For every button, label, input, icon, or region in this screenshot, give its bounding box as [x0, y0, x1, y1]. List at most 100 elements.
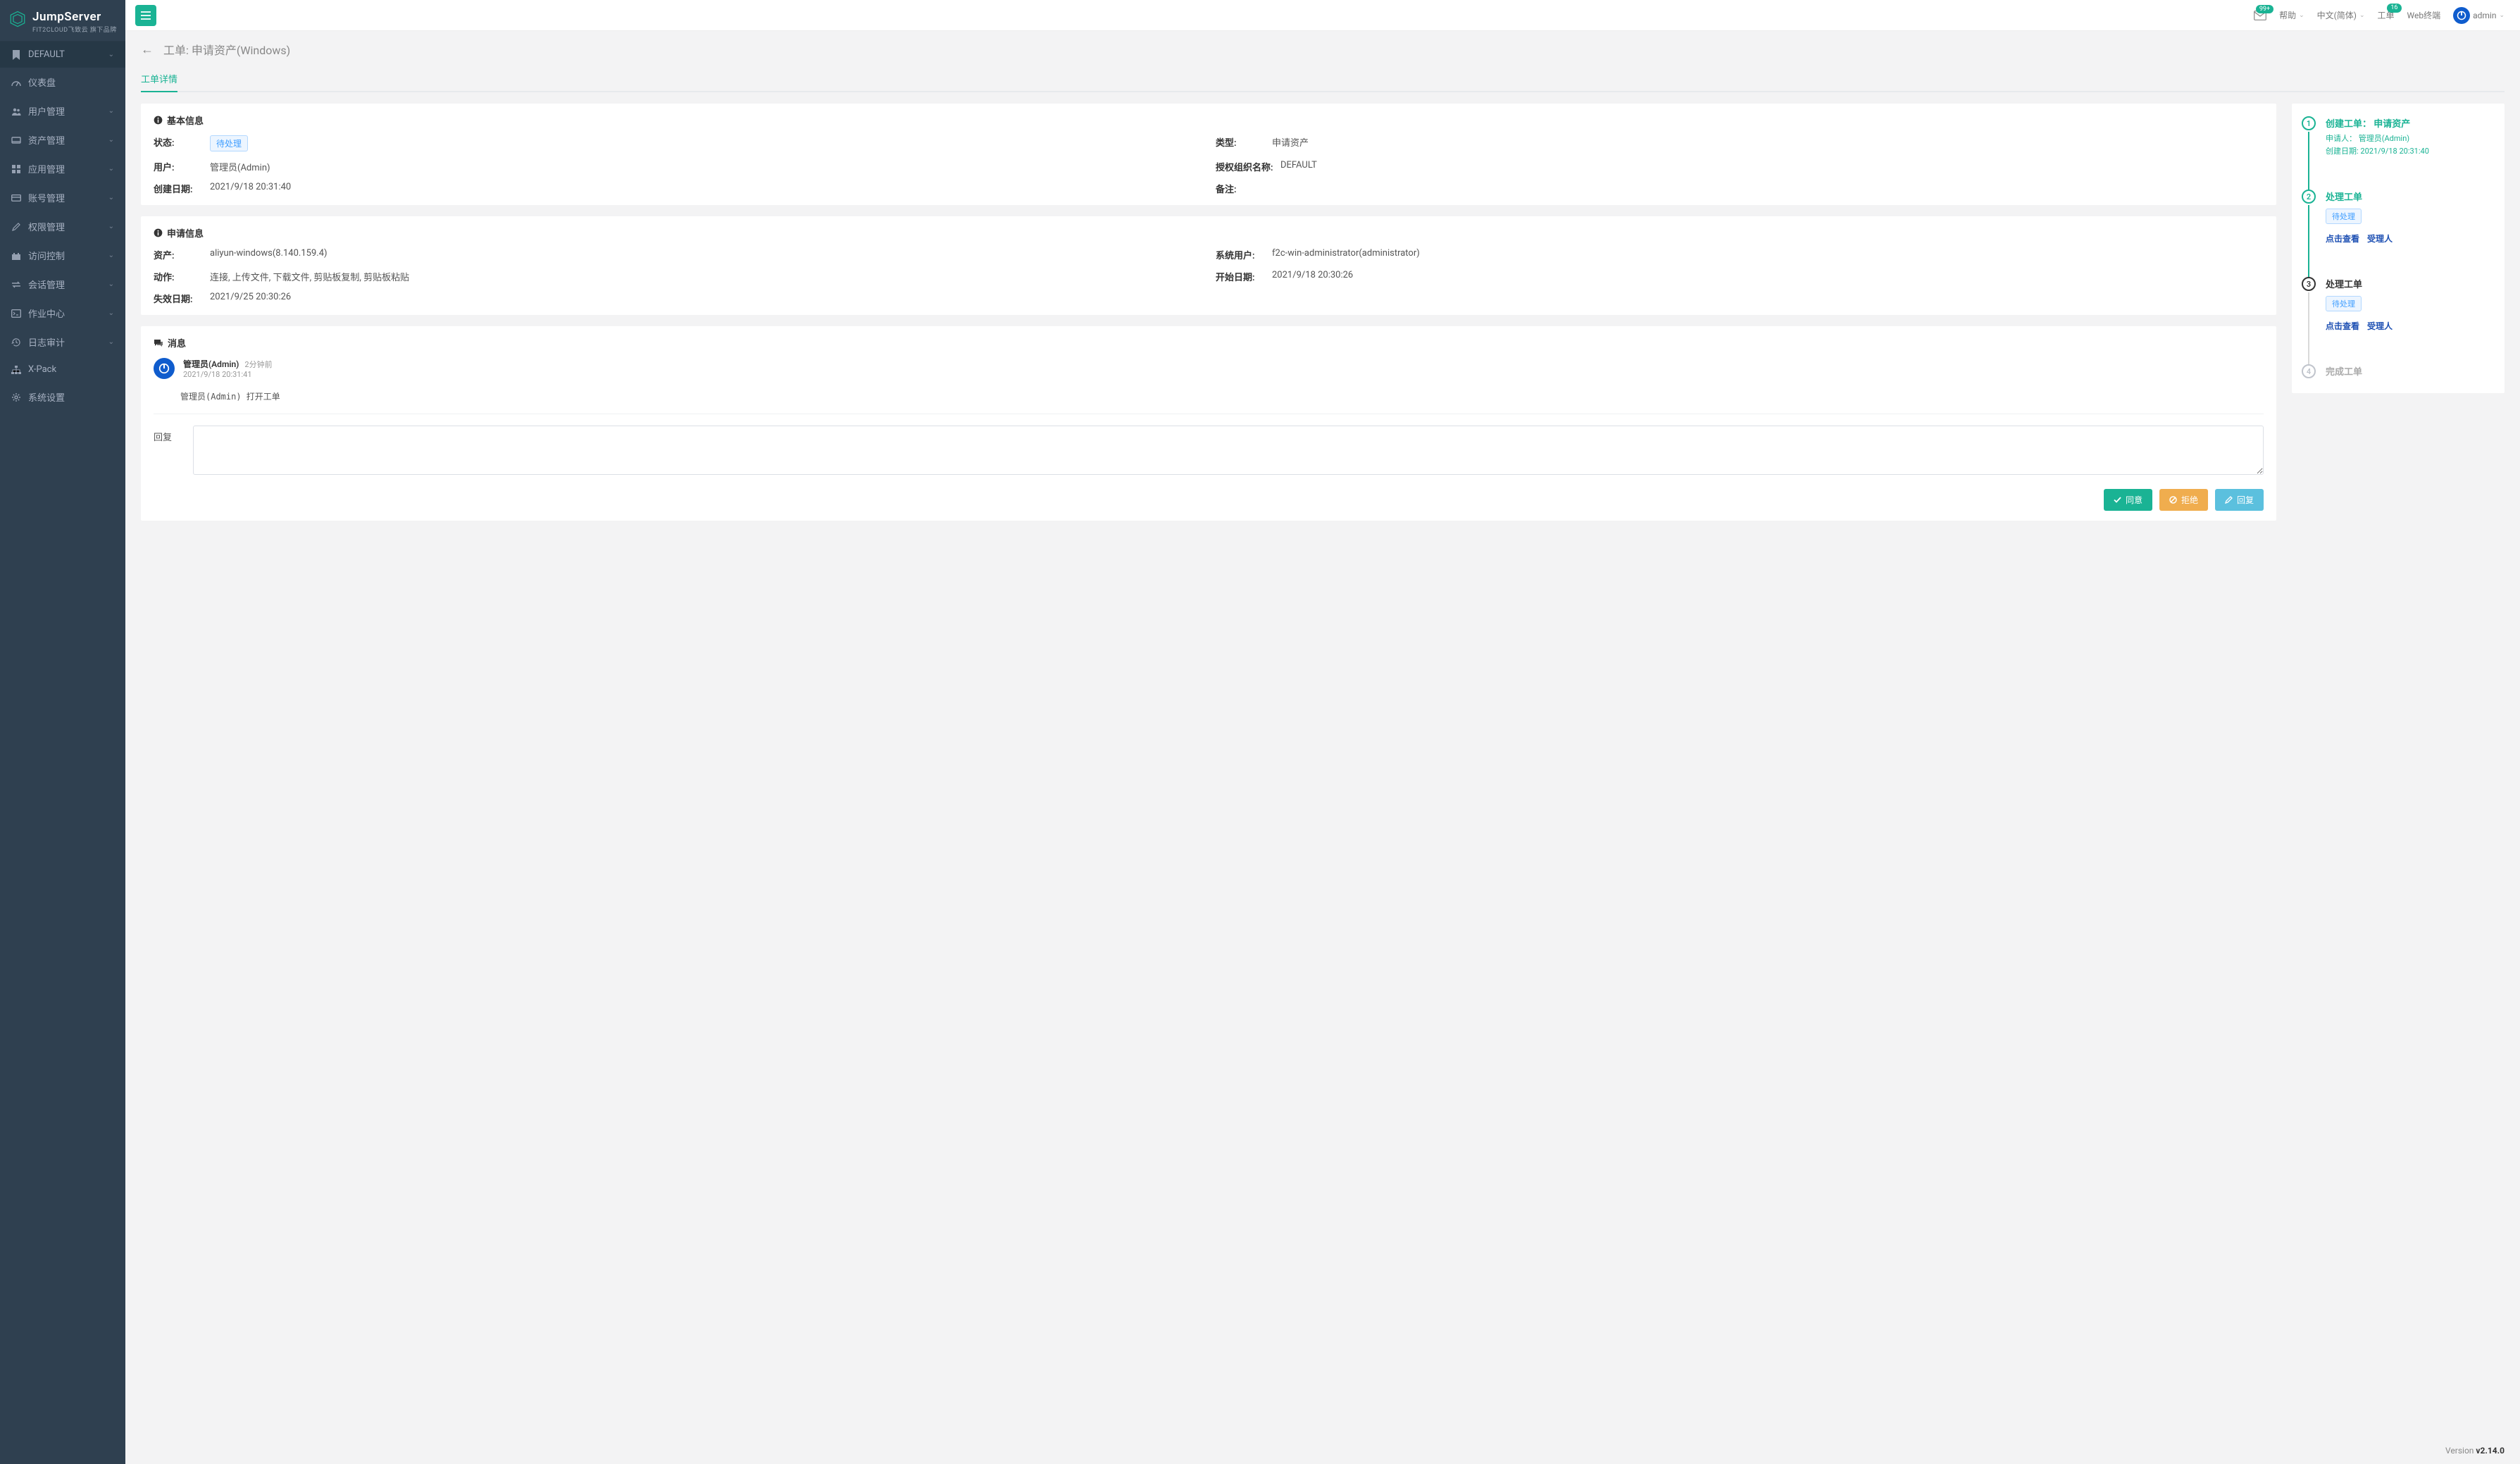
nav-audits-label: 日志审计	[28, 335, 108, 349]
timeline-card: 1 创建工单： 申请资产 申请人： 管理员(Admin) 创建日期: 2021/…	[2292, 104, 2505, 393]
nav-perms[interactable]: 权限管理 ⌄	[0, 212, 125, 241]
nav-ops[interactable]: 作业中心 ⌄	[0, 299, 125, 328]
nav-apps-label: 应用管理	[28, 162, 108, 175]
start-value: 2021/9/18 20:30:26	[1272, 270, 1353, 283]
approve-button[interactable]: 同意	[2104, 489, 2152, 511]
sidebar: JumpServer FIT2CLOUD飞致云 旗下品牌 DEFAULT ⌄ 仪…	[0, 0, 125, 1464]
nav-acl[interactable]: 访问控制 ⌄	[0, 241, 125, 270]
nav-dashboard[interactable]: 仪表盘	[0, 68, 125, 97]
users-icon	[11, 107, 21, 116]
message-user: 管理员(Admin)	[183, 358, 239, 370]
brand-title: JumpServer	[32, 10, 117, 24]
chevron-icon: ⌄	[108, 194, 114, 201]
nav-xpack[interactable]: X-Pack	[0, 356, 125, 383]
check-icon	[2114, 497, 2121, 503]
messages-section-title: 消息	[168, 336, 186, 349]
pencil-icon	[2225, 496, 2233, 504]
main: 99+ 帮助 ⌄ 中文(简体) ⌄ 工单 16 Web终端	[125, 0, 2520, 1464]
created-value: 2021/9/18 20:31:40	[210, 182, 291, 195]
nav-ops-label: 作业中心	[28, 306, 108, 320]
tab-detail[interactable]: 工单详情	[141, 66, 177, 92]
step-status-badge: 待处理	[2326, 209, 2362, 224]
nav-settings[interactable]: 系统设置	[0, 383, 125, 411]
page-title: 工单: 申请资产(Windows)	[163, 41, 290, 58]
nav-assets[interactable]: 资产管理 ⌄	[0, 125, 125, 154]
step-assignee-link[interactable]: 受理人	[2367, 234, 2393, 244]
chevron-icon: ⌄	[108, 107, 114, 115]
tickets-link[interactable]: 工单 16	[2377, 9, 2394, 21]
chevron-down-icon: ⌄	[2499, 12, 2505, 19]
chevron-down-icon: ⌄	[108, 51, 114, 58]
reject-button[interactable]: 拒绝	[2159, 489, 2208, 511]
nav-settings-label: 系统设置	[28, 390, 114, 404]
nav: DEFAULT ⌄ 仪表盘 用户管理 ⌄ 资产管理	[0, 42, 125, 411]
timeline-step-1: 1 创建工单： 申请资产 申请人： 管理员(Admin) 创建日期: 2021/…	[2302, 116, 2490, 190]
nav-accounts-label: 账号管理	[28, 191, 108, 204]
nav-users-label: 用户管理	[28, 104, 108, 118]
step-title: 创建工单： 申请资产	[2326, 116, 2490, 130]
nav-assets-label: 资产管理	[28, 133, 108, 147]
nav-org-selector[interactable]: DEFAULT ⌄	[0, 42, 125, 68]
back-button[interactable]: ←	[141, 42, 154, 57]
chevron-down-icon: ⌄	[2299, 12, 2304, 19]
nav-dashboard-label: 仪表盘	[28, 75, 114, 89]
expire-label: 失效日期:	[154, 292, 210, 305]
help-dropdown[interactable]: 帮助 ⌄	[2279, 9, 2304, 21]
info-icon	[154, 228, 163, 237]
apps-icon	[11, 165, 21, 173]
user-value: 管理员(Admin)	[210, 160, 270, 173]
chevron-icon: ⌄	[108, 165, 114, 173]
brand-icon	[8, 10, 27, 28]
power-icon	[2457, 11, 2466, 20]
edit-icon	[11, 223, 21, 231]
basic-section-title: 基本信息	[167, 113, 204, 127]
comments-icon	[154, 339, 163, 347]
created-label: 创建日期:	[154, 182, 210, 195]
nav-audits[interactable]: 日志审计 ⌄	[0, 328, 125, 356]
approve-label: 同意	[2126, 494, 2142, 506]
type-value: 申请资产	[1272, 135, 1309, 151]
chevron-down-icon: ⌄	[2359, 12, 2365, 19]
footer: Version v2.14.0	[125, 1437, 2520, 1464]
help-label: 帮助	[2279, 9, 2296, 21]
apply-section-title: 申请信息	[167, 226, 204, 240]
step-view-link[interactable]: 点击查看	[2326, 234, 2359, 244]
nav-apps[interactable]: 应用管理 ⌄	[0, 154, 125, 183]
reply-textarea[interactable]	[193, 426, 2264, 475]
action-value: 连接, 上传文件, 下载文件, 剪贴板复制, 剪贴板粘贴	[210, 270, 409, 283]
timeline-step-4: 4 完成工单	[2302, 364, 2490, 378]
card-apply-info: 申请信息 资产: aliyun-windows(8.140.159.4) 系统用…	[141, 216, 2276, 315]
avatar	[2453, 7, 2470, 24]
dashboard-icon	[11, 78, 21, 87]
nav-users[interactable]: 用户管理 ⌄	[0, 97, 125, 125]
user-dropdown[interactable]: admin ⌄	[2453, 7, 2505, 24]
version-value: v2.14.0	[2476, 1446, 2505, 1456]
step-title: 处理工单	[2326, 190, 2490, 203]
brand-subtitle: FIT2CLOUD飞致云 旗下品牌	[32, 25, 117, 34]
sysuser-label: 系统用户:	[1216, 248, 1272, 261]
reject-label: 拒绝	[2181, 494, 2198, 506]
message-content: 管理员(Admin) 打开工单	[180, 390, 2264, 402]
lang-label: 中文(简体)	[2317, 9, 2357, 21]
step-status-badge: 待处理	[2326, 296, 2362, 311]
step-assignee-link[interactable]: 受理人	[2367, 321, 2393, 331]
reply-button[interactable]: 回复	[2215, 489, 2264, 511]
history-icon	[11, 337, 21, 347]
message-avatar	[154, 358, 175, 379]
toggle-sidebar-button[interactable]	[135, 5, 156, 26]
assets-icon	[11, 136, 21, 144]
step-view-link[interactable]: 点击查看	[2326, 321, 2359, 331]
mail-button[interactable]: 99+	[2254, 11, 2266, 20]
reply-label: 回复	[154, 426, 182, 443]
topbar: 99+ 帮助 ⌄ 中文(简体) ⌄ 工单 16 Web终端	[125, 0, 2520, 31]
power-icon	[158, 363, 170, 374]
lang-dropdown[interactable]: 中文(简体) ⌄	[2317, 9, 2365, 21]
webterminal-link[interactable]: Web终端	[2407, 9, 2441, 21]
nav-sessions[interactable]: 会话管理 ⌄	[0, 270, 125, 299]
reply-btn-label: 回复	[2237, 494, 2254, 506]
sysuser-value: f2c-win-administrator(administrator)	[1272, 248, 1420, 261]
card-messages: 消息 管理员(Admin) 2分钟前 2021/9	[141, 326, 2276, 521]
chevron-icon: ⌄	[108, 136, 114, 144]
ban-icon	[2169, 496, 2177, 504]
nav-accounts[interactable]: 账号管理 ⌄	[0, 183, 125, 212]
